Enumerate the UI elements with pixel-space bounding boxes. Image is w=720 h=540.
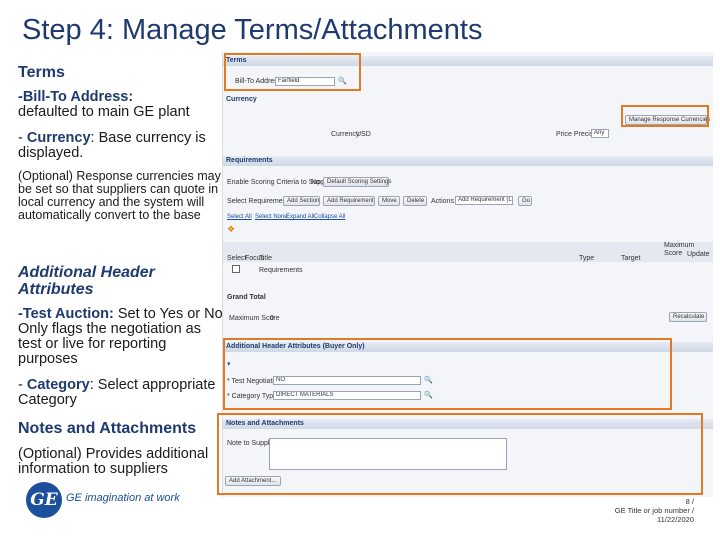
aha-expand-icon[interactable]: ▾ [227, 360, 231, 368]
aha-section-bar: Additional Header Attributes (Buyer Only… [223, 342, 713, 352]
scoring-settings-button[interactable]: Default Scoring Settings [323, 177, 391, 187]
search-icon[interactable]: 🔍 [338, 77, 347, 85]
footer-date: 11/22/2020 [657, 515, 694, 524]
select-requirement-label: Select Requirement: [227, 198, 291, 205]
currency-value: USD [356, 131, 371, 138]
currency-dash: - [18, 130, 27, 146]
enable-scoring-label: Enable Scoring Criteria to Suppliers [227, 179, 338, 186]
delete-button[interactable]: Delete [403, 196, 427, 206]
category-note: - Category: Select appropriate Category [18, 378, 228, 408]
currency-section-title: Currency [226, 96, 257, 103]
row-checkbox[interactable] [232, 265, 240, 273]
col-type: Type [579, 255, 595, 262]
bill-to-input[interactable]: Fairfield [275, 77, 335, 86]
col-max-score: Maximum Score [664, 242, 695, 257]
terms-section-bar: Terms [223, 56, 713, 66]
add-requirement-button[interactable]: Add Requirement [323, 196, 375, 206]
expand-all-link[interactable]: Expand All [286, 214, 314, 220]
test-auction-label: -Test Auction: [18, 306, 114, 322]
notes-note: (Optional) Provides additional informati… [18, 446, 209, 477]
col-title: Title [259, 255, 272, 262]
category-dash: - [18, 377, 27, 393]
recalculate-button[interactable]: Recalculate [669, 312, 707, 322]
expand-icon[interactable]: ❖ [227, 224, 235, 235]
grand-total-label: Grand Total [227, 294, 266, 301]
manage-response-currencies-button[interactable]: Manage Response Currencies [625, 115, 710, 125]
search-icon[interactable]: 🔍 [424, 376, 433, 384]
note-to-suppliers-textarea[interactable] [269, 438, 507, 470]
price-precision-select[interactable]: Any [591, 129, 609, 138]
footer-page: 8 / [685, 497, 694, 506]
col-select: Select [227, 255, 247, 262]
collapse-all-link[interactable]: Collapse All [314, 214, 345, 220]
bill-to-text: defaulted to main GE plant [18, 104, 190, 120]
row-requirements: Requirements [259, 267, 303, 274]
add-section-button[interactable]: Add Section [283, 196, 320, 206]
actions-select[interactable]: Add Requirement (List) [455, 196, 513, 205]
notes-section-bar: Notes and Attachments [223, 419, 713, 429]
requirements-section-bar: Requirements [223, 156, 713, 166]
slide-title: Step 4: Manage Terms/Attachments [22, 14, 483, 46]
add-attachment-button[interactable]: Add Attachment... [225, 476, 281, 486]
select-all-link[interactable]: Select All [227, 214, 252, 220]
select-none-link[interactable]: Select None [255, 214, 288, 220]
move-button[interactable]: Move [378, 196, 400, 206]
terms-heading: Terms [18, 64, 65, 81]
col-update: Update [687, 251, 710, 258]
category-type-input[interactable]: DIRECT MATERIALS [273, 391, 421, 400]
logo-tagline: GE imagination at work [66, 492, 180, 504]
test-auction-note: -Test Auction: Set to Yes or No. Only fl… [18, 307, 228, 367]
ge-logo: GE [26, 482, 62, 518]
aha-heading: Additional Header Attributes [18, 264, 155, 298]
go-button[interactable]: Go [518, 196, 532, 206]
currency-label: Currency [26, 130, 91, 146]
max-score-value: 0 [270, 315, 274, 322]
currency-note: - Currency: Base currency is displayed. [18, 131, 228, 161]
actions-label: Actions [431, 198, 454, 205]
category-label: Category [26, 377, 90, 393]
test-negotiation-input[interactable]: NO [273, 376, 421, 385]
enable-scoring-value: No [311, 179, 320, 186]
notes-heading: Notes and Attachments [18, 420, 197, 437]
optional-currency-note: (Optional) Response currencies may be se… [18, 169, 221, 222]
category-type-label: * Category Type [227, 393, 278, 400]
app-screenshot: Terms Bill-To Address Fairfield 🔍 Curren… [222, 52, 713, 497]
bill-to-note: -Bill-To Address: defaulted to main GE p… [18, 90, 228, 120]
search-icon[interactable]: 🔍 [424, 391, 433, 399]
col-target: Target [621, 255, 641, 262]
bill-to-label: -Bill-To Address: [18, 89, 134, 105]
footer-title: GE Title or job number / [614, 506, 694, 515]
